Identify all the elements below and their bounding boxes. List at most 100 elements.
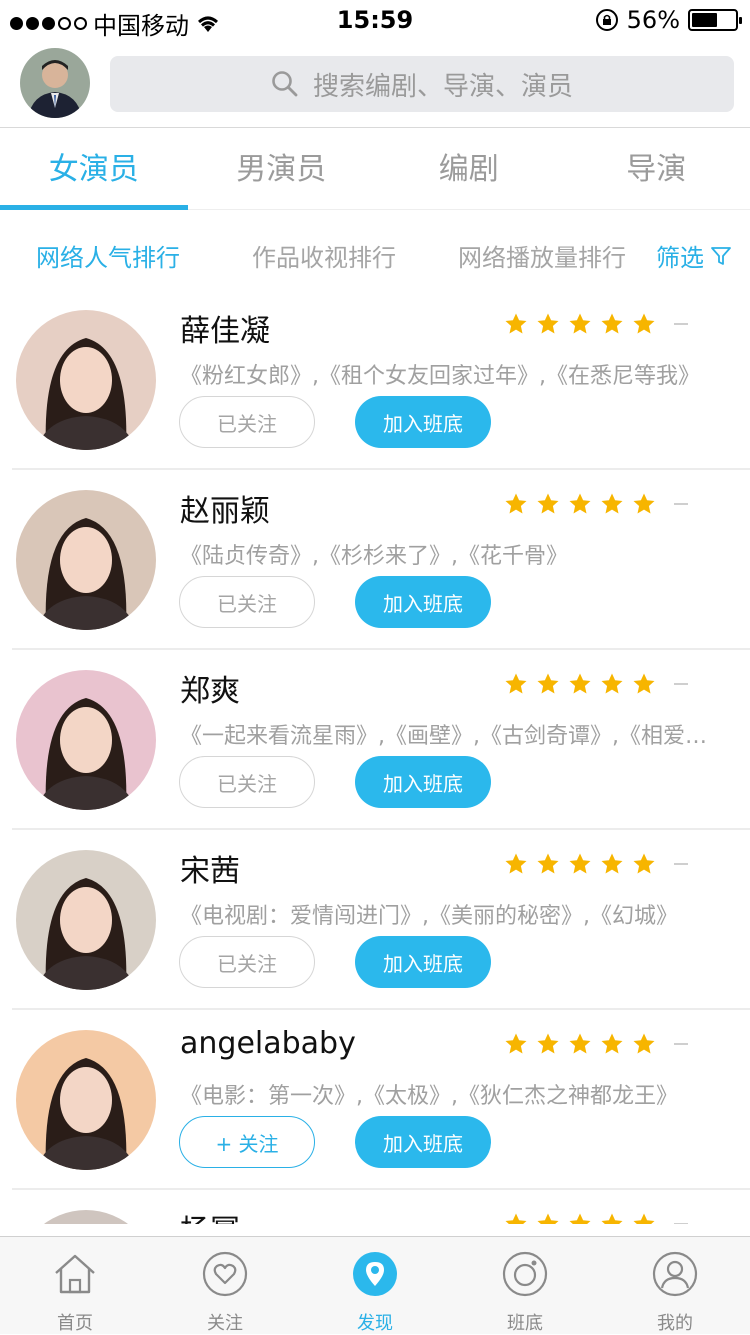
rating-stars — [504, 492, 688, 516]
rotation-lock-icon — [595, 8, 619, 32]
user-icon — [652, 1251, 698, 1297]
add-to-team-button[interactable]: 加入班底 — [355, 576, 491, 628]
star-icon — [536, 1032, 560, 1056]
battery-percent: 56% — [627, 6, 680, 34]
actor-works: 《陆贞传奇》,《杉杉来了》,《花千骨》 — [180, 538, 725, 570]
follow-button[interactable]: + 关注 — [179, 1116, 315, 1168]
star-icon — [600, 312, 624, 336]
tabbar-team[interactable]: 班底 — [450, 1237, 600, 1334]
rating-dash — [674, 1043, 688, 1045]
filter-label: 筛选 — [656, 238, 704, 273]
rating-stars — [504, 1212, 688, 1224]
follow-button[interactable]: 已关注 — [179, 576, 315, 628]
actor-works: 《电视剧：爱情闯进门》,《美丽的秘密》,《幻城》 — [180, 898, 725, 930]
sort-popularity[interactable]: 网络人气排行 — [36, 238, 180, 273]
add-to-team-button[interactable]: 加入班底 — [355, 936, 491, 988]
actor-name: 薛佳凝 — [180, 306, 270, 350]
star-icon — [568, 492, 592, 516]
search-placeholder: 搜索编剧、导演、演员 — [313, 66, 573, 103]
star-icon — [536, 672, 560, 696]
status-bar: 中国移动 15:59 56% — [0, 0, 750, 40]
star-icon — [536, 492, 560, 516]
actor-avatar — [16, 490, 156, 630]
add-to-team-button[interactable]: 加入班底 — [355, 396, 491, 448]
list-item[interactable]: 杨幂 — [12, 1190, 750, 1224]
star-icon — [632, 672, 656, 696]
actor-avatar — [16, 850, 156, 990]
star-icon — [632, 1032, 656, 1056]
list-item[interactable]: angelababy 《电影：第一次》,《太极》,《狄仁杰之神都龙王》 + 关注… — [12, 1010, 750, 1190]
search-icon — [271, 70, 299, 98]
star-icon — [600, 492, 624, 516]
actor-name: 郑爽 — [180, 666, 240, 710]
rating-dash — [674, 683, 688, 685]
heart-icon — [202, 1251, 248, 1297]
actor-works: 《一起来看流星雨》,《画壁》,《古剑奇谭》,《相爱十年》 — [180, 718, 725, 750]
star-icon — [568, 1212, 592, 1224]
list-item[interactable]: 薛佳凝 《粉红女郎》,《租个女友回家过年》,《在悉尼等我》 已关注 加入班底 — [12, 290, 750, 470]
list-item[interactable]: 赵丽颖 《陆贞传奇》,《杉杉来了》,《花千骨》 已关注 加入班底 — [12, 470, 750, 650]
tabbar-home[interactable]: 首页 — [0, 1237, 150, 1334]
tabbar-label: 首页 — [0, 1309, 150, 1335]
tabbar-label: 发现 — [300, 1309, 450, 1335]
profile-avatar[interactable] — [20, 48, 90, 118]
sort-plays[interactable]: 网络播放量排行 — [458, 238, 626, 273]
battery-icon — [688, 9, 738, 31]
header: 搜索编剧、导演、演员 — [0, 40, 750, 128]
rating-stars — [504, 672, 688, 696]
actor-name: 赵丽颖 — [180, 486, 270, 530]
lens-icon — [502, 1251, 548, 1297]
follow-button[interactable]: 已关注 — [179, 936, 315, 988]
star-icon — [600, 852, 624, 876]
rating-dash — [674, 1223, 688, 1224]
category-tabs: 女演员 男演员 编剧 导演 — [0, 130, 750, 210]
follow-button[interactable]: 已关注 — [179, 756, 315, 808]
tabbar-follow[interactable]: 关注 — [150, 1237, 300, 1334]
star-icon — [568, 672, 592, 696]
filter-button[interactable]: 筛选 — [656, 238, 732, 273]
actor-works: 《电影：第一次》,《太极》,《狄仁杰之神都龙王》 — [180, 1078, 725, 1110]
actor-works: 《粉红女郎》,《租个女友回家过年》,《在悉尼等我》 — [180, 358, 725, 390]
star-icon — [504, 672, 528, 696]
tab-actor[interactable]: 男演员 — [188, 130, 376, 209]
star-icon — [632, 492, 656, 516]
star-icon — [632, 312, 656, 336]
filter-icon — [710, 245, 732, 267]
tabbar-label: 我的 — [600, 1309, 750, 1335]
actor-avatar — [16, 310, 156, 450]
add-to-team-button[interactable]: 加入班底 — [355, 756, 491, 808]
actor-name: 杨幂 — [180, 1206, 240, 1224]
rating-dash — [674, 863, 688, 865]
rating-dash — [674, 503, 688, 505]
add-to-team-button[interactable]: 加入班底 — [355, 1116, 491, 1168]
star-icon — [568, 312, 592, 336]
star-icon — [600, 672, 624, 696]
status-right: 56% — [595, 6, 738, 34]
actor-list: 薛佳凝 《粉红女郎》,《租个女友回家过年》,《在悉尼等我》 已关注 加入班底 赵… — [0, 290, 750, 1224]
actor-avatar — [16, 1030, 156, 1170]
follow-button[interactable]: 已关注 — [179, 396, 315, 448]
rating-stars — [504, 1032, 688, 1056]
star-icon — [504, 1032, 528, 1056]
rating-dash — [674, 323, 688, 325]
tab-director[interactable]: 导演 — [563, 130, 750, 209]
star-icon — [632, 852, 656, 876]
search-bar[interactable]: 搜索编剧、导演、演员 — [110, 56, 734, 112]
actor-name: angelababy — [180, 1026, 356, 1061]
star-icon — [632, 1212, 656, 1224]
star-icon — [600, 1212, 624, 1224]
star-icon — [504, 1212, 528, 1224]
tabbar-me[interactable]: 我的 — [600, 1237, 750, 1334]
star-icon — [536, 312, 560, 336]
home-icon — [52, 1251, 98, 1297]
tabbar-discover[interactable]: 发现 — [300, 1237, 450, 1334]
list-item[interactable]: 郑爽 《一起来看流星雨》,《画壁》,《古剑奇谭》,《相爱十年》 已关注 加入班底 — [12, 650, 750, 830]
star-icon — [568, 852, 592, 876]
actor-name: 宋茜 — [180, 846, 240, 890]
tab-screenwriter[interactable]: 编剧 — [375, 130, 563, 209]
list-item[interactable]: 宋茜 《电视剧：爱情闯进门》,《美丽的秘密》,《幻城》 已关注 加入班底 — [12, 830, 750, 1010]
sort-ratings[interactable]: 作品收视排行 — [252, 238, 396, 273]
star-icon — [536, 852, 560, 876]
rating-stars — [504, 312, 688, 336]
tab-actress[interactable]: 女演员 — [0, 130, 188, 209]
